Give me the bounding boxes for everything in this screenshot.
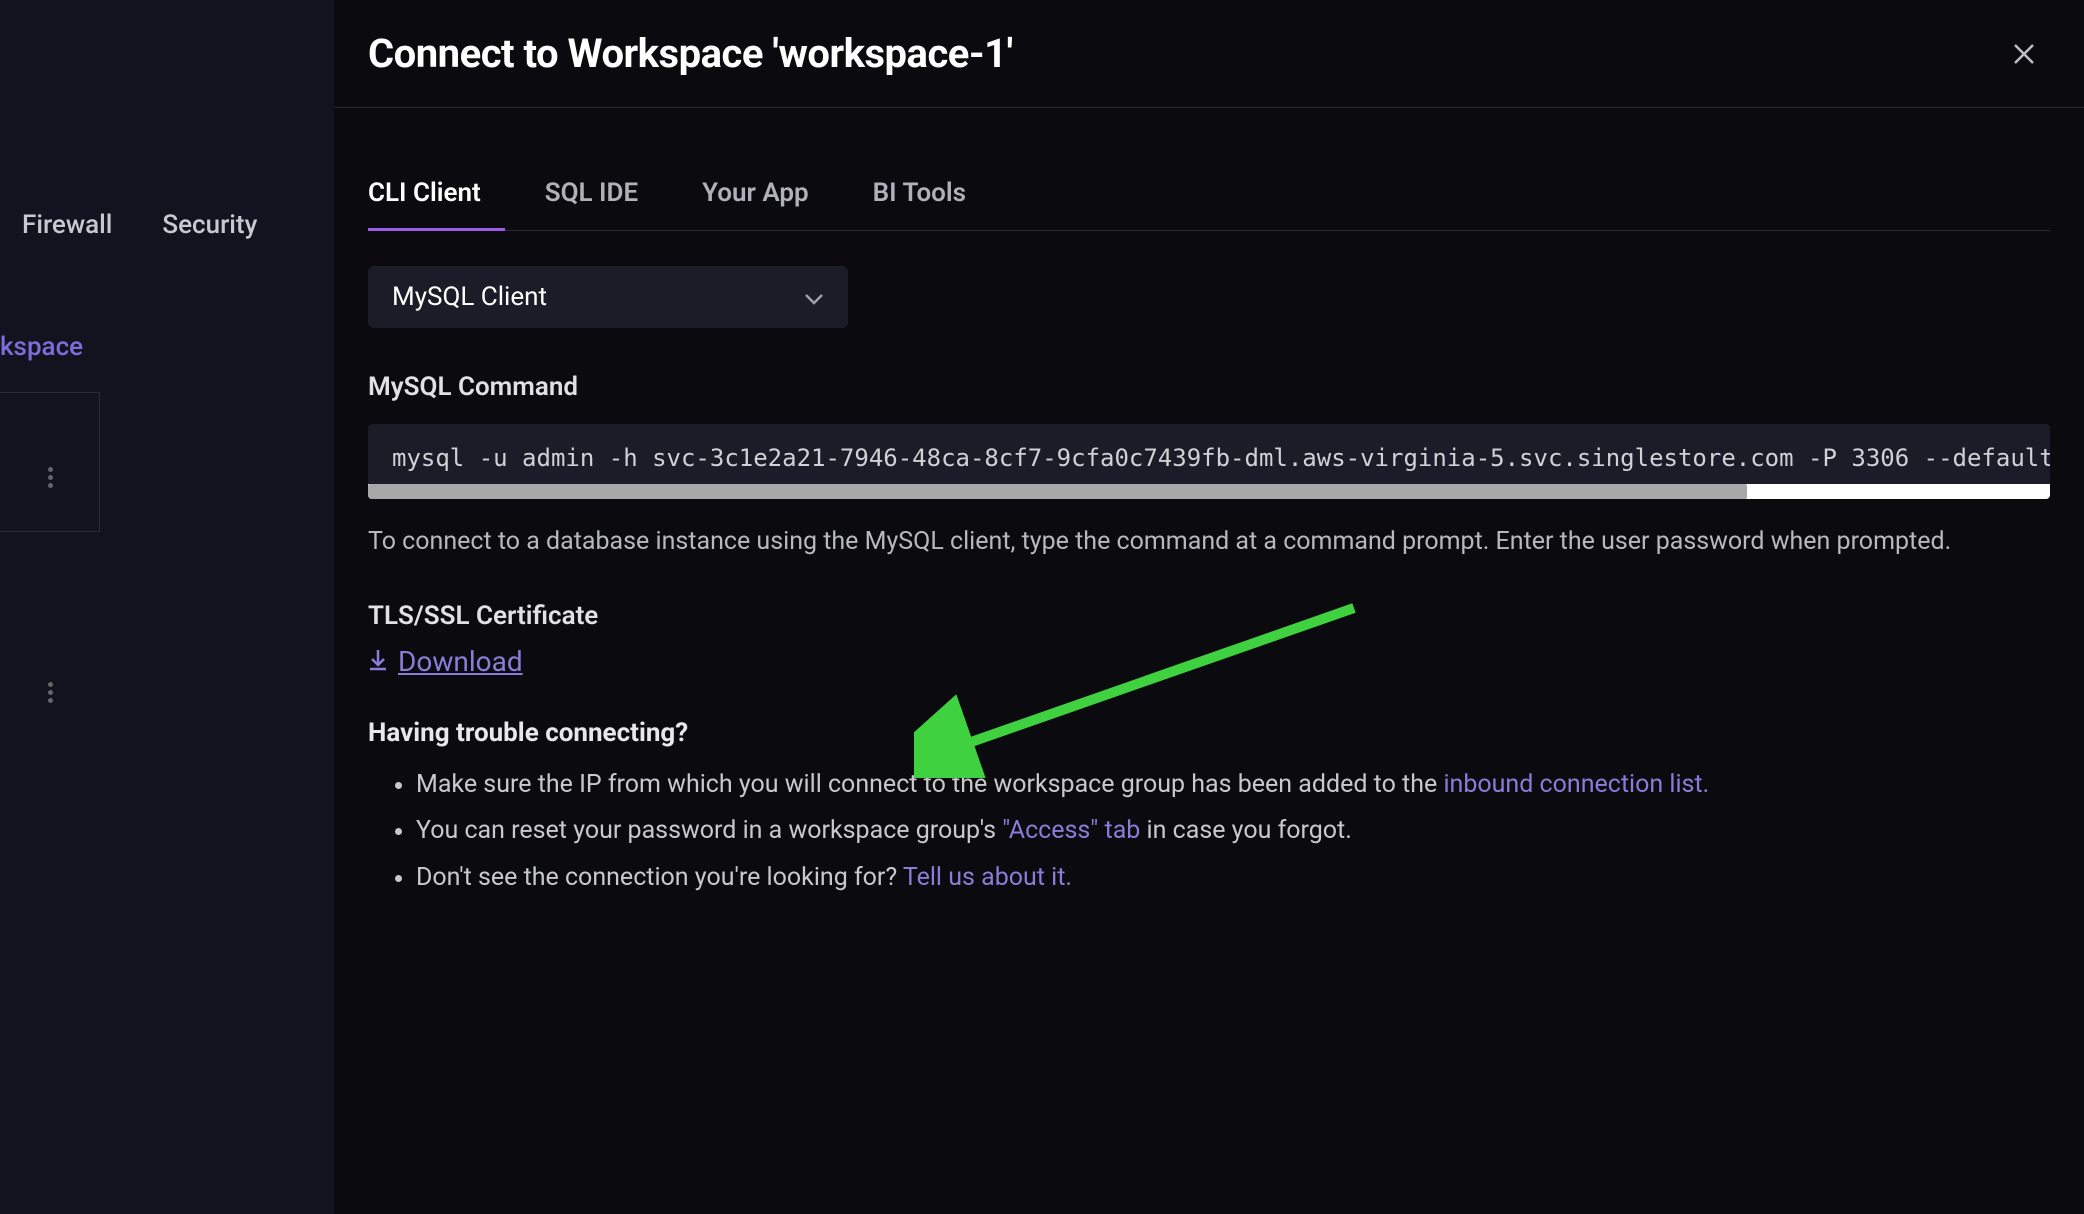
chevron-down-icon xyxy=(804,282,824,312)
trouble-3-pre: Don't see the connection you're looking … xyxy=(416,863,903,892)
modal-title: Connect to Workspace 'workspace-1' xyxy=(368,30,1013,77)
trouble-item-1: Make sure the IP from which you will con… xyxy=(416,764,2050,807)
trouble-item-2: You can reset your password in a workspa… xyxy=(416,810,2050,853)
tab-sql-ide[interactable]: SQL IDE xyxy=(513,178,670,230)
scrollbar-thumb[interactable] xyxy=(368,484,1747,499)
tab-your-app[interactable]: Your App xyxy=(670,178,841,230)
background-panel: Firewall Security kspace xyxy=(0,0,334,1214)
download-icon xyxy=(368,645,388,678)
bg-outline-box xyxy=(0,392,100,532)
cert-label: TLS/SSL Certificate xyxy=(368,601,2050,631)
connect-modal: Connect to Workspace 'workspace-1' CLI C… xyxy=(334,0,2084,1214)
bg-tab-firewall[interactable]: Firewall xyxy=(22,210,112,240)
bg-workspace-label: kspace xyxy=(0,332,334,362)
inbound-connection-link[interactable]: inbound connection list. xyxy=(1443,770,1709,799)
download-text: Download xyxy=(398,645,523,678)
tab-cli-client[interactable]: CLI Client xyxy=(368,178,513,230)
command-text[interactable]: mysql -u admin -h svc-3c1e2a21-7946-48ca… xyxy=(368,424,2050,484)
trouble-2-pre: You can reset your password in a workspa… xyxy=(416,816,1002,845)
tab-bi-tools[interactable]: BI Tools xyxy=(841,178,998,230)
command-scrollbar[interactable] xyxy=(368,484,2050,499)
modal-body: CLI Client SQL IDE Your App BI Tools MyS… xyxy=(334,108,2084,937)
trouble-header: Having trouble connecting? xyxy=(368,718,2050,748)
command-label: MySQL Command xyxy=(368,372,2050,402)
trouble-1-pre: Make sure the IP from which you will con… xyxy=(416,770,1443,799)
close-icon xyxy=(2013,43,2035,65)
trouble-item-3: Don't see the connection you're looking … xyxy=(416,857,2050,900)
command-box: mysql -u admin -h svc-3c1e2a21-7946-48ca… xyxy=(368,424,2050,499)
connect-tabs: CLI Client SQL IDE Your App BI Tools xyxy=(368,178,2050,231)
command-help: To connect to a database instance using … xyxy=(368,523,2050,561)
bg-tab-security[interactable]: Security xyxy=(162,210,257,240)
tell-us-link[interactable]: Tell us about it. xyxy=(903,863,1072,892)
close-button[interactable] xyxy=(2004,34,2044,74)
client-dropdown[interactable]: MySQL Client xyxy=(368,266,848,328)
access-tab-link[interactable]: "Access" tab xyxy=(1002,816,1140,845)
trouble-list: Make sure the IP from which you will con… xyxy=(368,764,2050,900)
bg-kebab-menu-1[interactable] xyxy=(40,467,60,488)
bg-kebab-menu-2[interactable] xyxy=(40,682,60,703)
trouble-2-post: in case you forgot. xyxy=(1140,816,1351,845)
modal-header: Connect to Workspace 'workspace-1' xyxy=(334,0,2084,108)
dropdown-selected: MySQL Client xyxy=(392,282,547,312)
download-link[interactable]: Download xyxy=(368,645,523,678)
